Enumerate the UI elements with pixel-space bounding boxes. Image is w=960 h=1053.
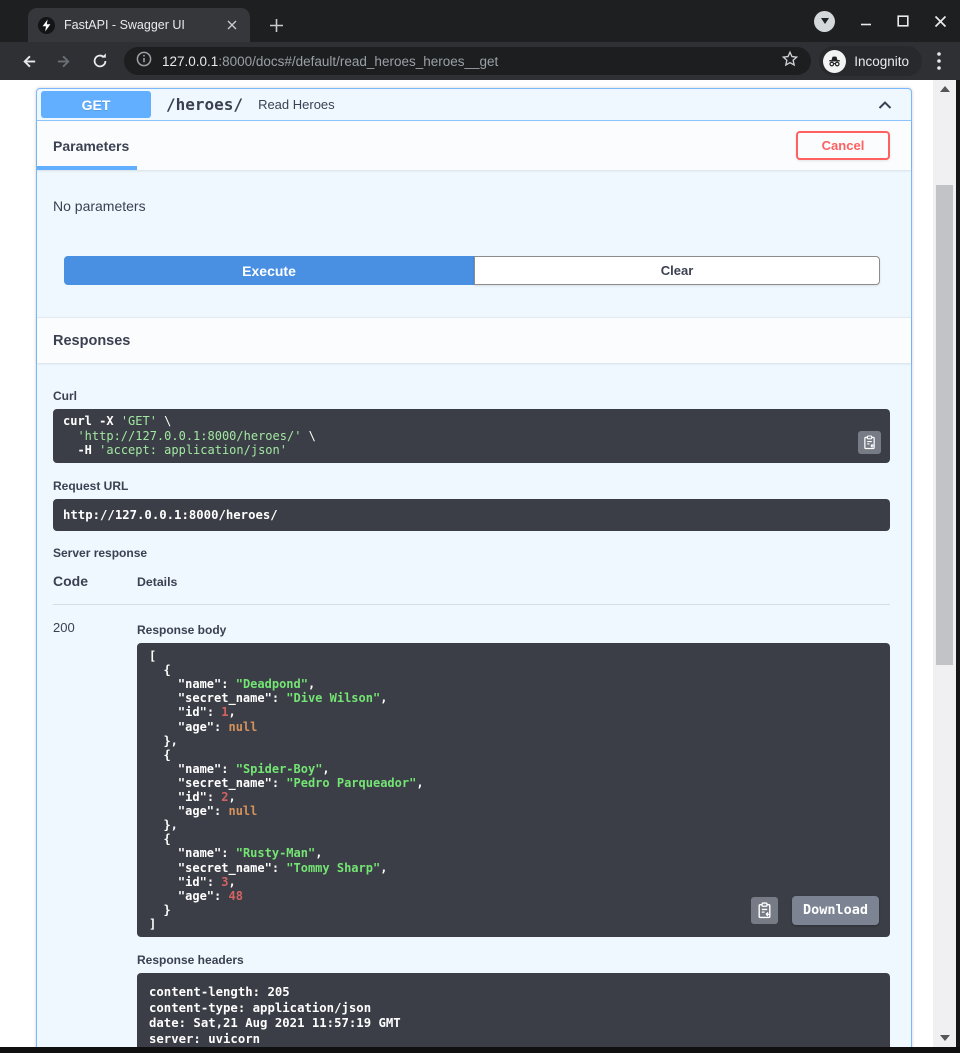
scrollbar-up-arrow-icon[interactable]	[940, 86, 950, 92]
address-bar[interactable]: 127.0.0.1:8000/docs#/default/read_heroes…	[124, 47, 811, 75]
url-host: 127.0.0.1	[162, 54, 218, 69]
browser-menu-icon[interactable]	[928, 49, 950, 73]
response-body-block: [ { "name": "Deadpond", "secret_name": "…	[137, 643, 890, 937]
new-tab-button[interactable]	[264, 13, 288, 37]
response-body-json: [ { "name": "Deadpond", "secret_name": "…	[149, 649, 878, 931]
status-code: 200	[53, 620, 137, 1047]
response-body-actions: Download	[751, 896, 879, 925]
request-url-block: http://127.0.0.1:8000/heroes/	[53, 499, 890, 531]
code-column-header: Code	[53, 573, 137, 589]
forward-button-icon[interactable]	[52, 49, 76, 73]
response-headers-label: Response headers	[137, 953, 890, 967]
tab-title: FastAPI - Swagger UI	[64, 18, 223, 32]
fastapi-favicon-icon	[38, 17, 55, 34]
back-button-icon[interactable]	[16, 49, 40, 73]
response-row: 200 Response body [ { "name": "Deadpond"…	[53, 605, 890, 1047]
url-path: :8000/docs#/default/read_heroes_heroes__…	[218, 54, 498, 69]
browser-titlebar: FastAPI - Swagger UI	[0, 0, 960, 42]
response-body-label: Response body	[137, 623, 890, 637]
collapse-chevron-icon[interactable]	[875, 95, 895, 115]
copy-response-button[interactable]	[751, 897, 778, 924]
incognito-label: Incognito	[854, 54, 909, 69]
curl-command-text: curl -X 'GET' \ 'http://127.0.0.1:8000/h…	[63, 414, 880, 458]
browser-window: FastAPI - Swagger UI	[0, 0, 960, 1053]
download-button[interactable]: Download	[792, 896, 879, 925]
url-text: 127.0.0.1:8000/docs#/default/read_heroes…	[162, 54, 781, 69]
window-close-button[interactable]	[930, 11, 950, 31]
execute-button[interactable]: Execute	[64, 256, 474, 285]
cancel-button[interactable]: Cancel	[796, 131, 890, 160]
responses-title: Responses	[53, 333, 130, 349]
opblock-summary[interactable]: GET /heroes/ Read Heroes	[37, 89, 911, 121]
parameters-tab-indicator	[37, 166, 137, 170]
execute-row: Execute Clear	[64, 256, 880, 285]
curl-command-block: curl -X 'GET' \ 'http://127.0.0.1:8000/h…	[53, 409, 890, 463]
responses-content: Curl curl -X 'GET' \ 'http://127.0.0.1:8…	[37, 389, 911, 1047]
request-url-text: http://127.0.0.1:8000/heroes/	[63, 508, 880, 522]
server-response-label: Server response	[53, 546, 890, 560]
tab-close-icon[interactable]	[223, 17, 240, 34]
clear-button[interactable]: Clear	[474, 256, 880, 285]
window-maximize-button[interactable]	[893, 11, 913, 31]
opblock-get-heroes: GET /heroes/ Read Heroes Parameters Canc…	[36, 88, 912, 1047]
bookmark-star-icon[interactable]	[781, 50, 799, 73]
no-parameters-message: No parameters	[37, 170, 911, 244]
response-headers-text: content-length: 205content-type: applica…	[149, 985, 878, 1047]
site-info-icon[interactable]	[136, 51, 152, 72]
scrollbar-down-arrow-icon[interactable]	[940, 1035, 950, 1041]
swagger-page: GET /heroes/ Read Heroes Parameters Canc…	[0, 80, 956, 1047]
scrollbar-thumb[interactable]	[936, 185, 953, 665]
incognito-icon	[823, 50, 846, 73]
browser-tab[interactable]: FastAPI - Swagger UI	[28, 8, 250, 42]
window-minimize-button[interactable]	[856, 11, 876, 31]
browser-toolbar: 127.0.0.1:8000/docs#/default/read_heroes…	[0, 42, 960, 80]
request-url-label: Request URL	[53, 479, 890, 493]
browser-update-icon[interactable]	[814, 11, 835, 32]
http-method-badge: GET	[41, 91, 151, 118]
details-column-header: Details	[137, 573, 177, 589]
responses-header: Responses	[37, 317, 911, 363]
response-details: Response body [ { "name": "Deadpond", "s…	[137, 620, 890, 1047]
endpoint-path: /heroes/	[166, 95, 243, 114]
parameters-header: Parameters Cancel	[37, 121, 911, 170]
window-controls	[814, 10, 950, 32]
reload-button-icon[interactable]	[88, 49, 112, 73]
incognito-badge: Incognito	[819, 46, 922, 76]
parameters-title: Parameters	[53, 138, 129, 154]
response-table-header: Code Details	[53, 573, 890, 605]
window-bottom-border	[0, 1047, 960, 1053]
endpoint-summary: Read Heroes	[258, 97, 335, 112]
page-scrollbar[interactable]	[933, 80, 956, 1047]
window-right-border	[956, 80, 960, 1053]
copy-curl-button[interactable]	[858, 431, 881, 454]
response-headers-block: content-length: 205content-type: applica…	[137, 973, 890, 1047]
curl-label: Curl	[53, 389, 890, 403]
